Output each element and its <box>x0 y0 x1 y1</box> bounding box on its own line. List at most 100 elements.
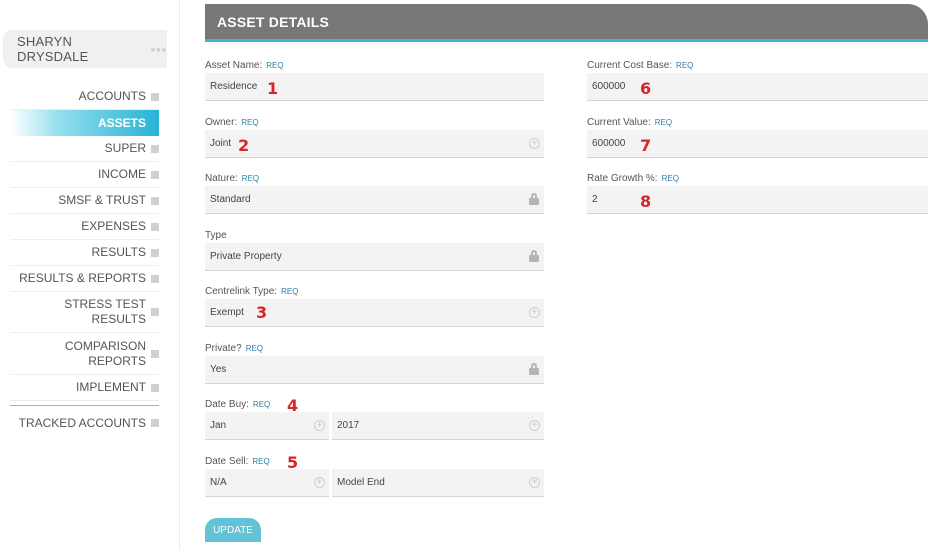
field-label: Current Value: REQ <box>587 116 928 130</box>
user-name: SHARYN DRYSDALE <box>17 34 89 64</box>
annotation-marker-4: 4 <box>287 396 299 415</box>
expand-chevrons-icon: »»» <box>150 44 167 54</box>
date-buy-group: Date Buy: REQ Jan + 2017 + <box>205 398 544 440</box>
lock-icon <box>529 250 539 262</box>
date-buy-year-select[interactable]: 2017 + <box>332 412 544 440</box>
sidebar-item-stress-test-results[interactable]: STRESS TEST RESULTS <box>10 292 159 333</box>
square-icon <box>151 170 159 179</box>
rate-growth-input[interactable]: 2 <box>587 186 928 214</box>
field-label: Rate Growth %: REQ <box>587 172 928 186</box>
private-field: Yes <box>205 356 544 384</box>
private-group: Private? REQ Yes <box>205 342 544 384</box>
nature-group: Nature: REQ Standard <box>205 172 544 214</box>
current-cost-base-label: Current Cost Base: <box>587 60 673 71</box>
sidebar-item-income[interactable]: INCOME <box>10 162 159 188</box>
square-icon <box>151 274 159 283</box>
required-tag: REQ <box>661 174 679 183</box>
owner-value: Joint <box>210 138 232 149</box>
nature-value: Standard <box>210 194 251 205</box>
sidebar-item-label: ASSETS <box>97 115 146 130</box>
plus-circle-icon[interactable]: + <box>529 138 540 149</box>
date-sell-month-select[interactable]: N/A + <box>205 469 329 497</box>
plus-circle-icon[interactable]: + <box>314 477 325 488</box>
required-tag: REQ <box>245 344 264 353</box>
type-value: Private Property <box>210 251 282 262</box>
rate-growth-value: 2 <box>592 194 598 205</box>
sidebar-item-tracked-accounts[interactable]: TRACKED ACCOUNTS <box>10 410 159 436</box>
update-button[interactable]: UPDATE <box>205 518 261 542</box>
field-label: Private? REQ <box>205 342 544 356</box>
field-label: Current Cost Base: REQ <box>587 59 928 73</box>
sidebar-item-label: SMSF & TRUST <box>58 193 146 207</box>
user-profile-box[interactable]: SHARYN DRYSDALE »»» <box>3 30 167 68</box>
sidebar-item-expenses[interactable]: EXPENSES <box>10 214 159 240</box>
required-tag: REQ <box>281 287 299 296</box>
sidebar-item-label: INCOME <box>98 167 146 181</box>
date-sell-year-select[interactable]: Model End + <box>332 469 544 497</box>
annotation-marker-3: 3 <box>256 303 268 322</box>
date-buy-month-select[interactable]: Jan + <box>205 412 329 440</box>
current-cost-base-value: 600000 <box>592 81 626 92</box>
sidebar-item-smsf-trust[interactable]: SMSF & TRUST <box>10 188 159 214</box>
plus-circle-icon[interactable]: + <box>529 307 540 318</box>
required-tag: REQ <box>654 118 673 127</box>
nature-label: Nature: <box>205 173 238 184</box>
asset-name-group: Asset Name: REQ Residence <box>205 59 544 101</box>
annotation-marker-7: 7 <box>640 136 652 155</box>
required-tag: REQ <box>252 457 270 466</box>
required-tag: REQ <box>266 61 284 70</box>
asset-name-label: Asset Name: <box>205 60 263 71</box>
date-sell-month-value: N/A <box>210 477 227 488</box>
annotation-marker-5: 5 <box>287 453 299 472</box>
required-tag: REQ <box>241 174 260 183</box>
sidebar-item-label: RESULTS <box>91 245 146 259</box>
sidebar-item-super[interactable]: SUPER <box>10 136 159 162</box>
annotation-marker-2: 2 <box>238 136 250 155</box>
owner-label: Owner: <box>205 117 238 128</box>
square-icon <box>151 119 159 127</box>
sidebar-item-assets[interactable]: ASSETS <box>10 110 159 136</box>
sidebar-item-implement[interactable]: IMPLEMENT <box>10 375 159 401</box>
type-field: Private Property <box>205 243 544 271</box>
required-tag: REQ <box>241 118 259 127</box>
sidebar-item-label: IMPLEMENT <box>75 380 146 394</box>
date-sell-label: Date Sell: <box>205 456 249 467</box>
current-value-group: Current Value: REQ 600000 <box>587 116 928 158</box>
sidebar-item-label: STRESS TEST RESULTS <box>64 297 146 326</box>
date-buy-month-value: Jan <box>210 420 227 431</box>
current-value-label: Current Value: <box>587 117 651 128</box>
sidebar-item-label: COMPARISON REPORTS <box>64 338 146 368</box>
sidebar-item-results-reports[interactable]: RESULTS & REPORTS <box>10 266 159 292</box>
field-label: Asset Name: REQ <box>205 59 544 73</box>
sidebar-item-comparison-reports[interactable]: COMPARISON REPORTS <box>10 333 159 375</box>
square-icon <box>151 349 159 358</box>
current-cost-base-input[interactable]: 600000 <box>587 73 928 101</box>
square-icon <box>151 419 159 427</box>
annotation-marker-6: 6 <box>640 79 652 98</box>
plus-circle-icon[interactable]: + <box>529 420 540 431</box>
section-header: ASSET DETAILS <box>205 4 928 42</box>
sidebar-nav: ACCOUNTS ASSETS SUPER INCOME SMSF & TRUS… <box>10 84 159 436</box>
sidebar-item-results[interactable]: RESULTS <box>10 240 159 266</box>
sidebar-item-label: TRACKED ACCOUNTS <box>18 415 146 430</box>
rate-growth-group: Rate Growth %: REQ 2 <box>587 172 928 214</box>
sidebar-item-label: SUPER <box>104 141 146 155</box>
owner-select[interactable]: Joint + <box>205 130 544 158</box>
sidebar-item-accounts[interactable]: ACCOUNTS <box>10 84 159 110</box>
asset-name-input[interactable]: Residence <box>205 73 544 101</box>
page-title: ASSET DETAILS <box>217 13 330 30</box>
plus-circle-icon[interactable]: + <box>314 420 325 431</box>
sidebar: SHARYN DRYSDALE »»» ACCOUNTS ASSETS SUPE… <box>0 0 180 550</box>
field-label: Nature: REQ <box>205 172 544 186</box>
plus-circle-icon[interactable]: + <box>529 477 540 488</box>
lock-icon <box>529 193 539 205</box>
annotation-marker-1: 1 <box>267 79 279 98</box>
field-label: Centrelink Type: REQ <box>205 285 544 299</box>
asset-name-value: Residence <box>210 81 258 92</box>
current-value-input[interactable]: 600000 <box>587 130 928 158</box>
private-value: Yes <box>210 364 227 375</box>
required-tag: REQ <box>252 400 271 409</box>
nature-field: Standard <box>205 186 544 214</box>
square-icon <box>151 222 159 231</box>
square-icon <box>151 248 159 257</box>
